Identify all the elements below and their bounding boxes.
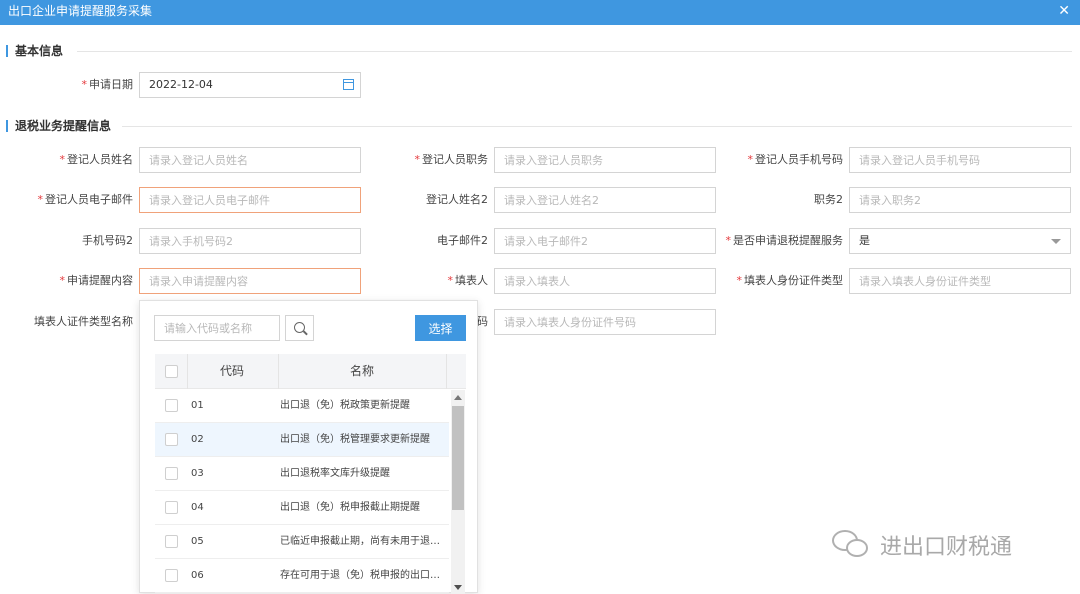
- required-mark: *: [414, 153, 421, 166]
- section-accent-bar: [6, 45, 8, 57]
- filler-label: * 填表人: [447, 274, 489, 287]
- section-title: 退税业务提醒信息: [15, 119, 112, 133]
- required-mark: *: [59, 153, 66, 166]
- row-name: 出口退（免）税管理要求更新提醒: [280, 434, 430, 445]
- reg-name-input[interactable]: [139, 147, 361, 173]
- row-checkbox[interactable]: [165, 569, 178, 582]
- required-mark: *: [736, 274, 743, 287]
- chevron-down-icon[interactable]: [1051, 238, 1061, 244]
- row-checkbox[interactable]: [165, 399, 178, 412]
- reg-name-label: * 登记人员姓名: [59, 153, 134, 166]
- row-name: 出口退税率文库升级提醒: [280, 468, 390, 479]
- column-header-name: 名称: [350, 364, 375, 378]
- reg-email-input[interactable]: [139, 187, 361, 213]
- table-row[interactable]: 05 已临近申报截止期，尚有未用于退…: [155, 525, 449, 559]
- section-basic-info: 基本信息: [0, 43, 1080, 59]
- email2-label: 电子邮件2: [437, 234, 488, 247]
- apply-date-value: 2022-12-04: [149, 78, 213, 91]
- row-code: 04: [191, 502, 204, 513]
- phone2-input[interactable]: [139, 228, 361, 254]
- row-checkbox[interactable]: [165, 433, 178, 446]
- row-name: 出口退（免）税政策更新提醒: [280, 400, 410, 411]
- required-mark: *: [37, 193, 44, 206]
- reg-position-label: * 登记人员职务: [414, 153, 489, 166]
- apply-service-label: * 是否申请退税提醒服务: [725, 234, 844, 247]
- required-mark: *: [725, 234, 732, 247]
- row-checkbox[interactable]: [165, 467, 178, 480]
- section-refund-reminder: 退税业务提醒信息: [0, 118, 1080, 134]
- search-icon: [294, 322, 305, 333]
- dialog-title: 出口企业申请提醒服务采集: [8, 4, 153, 18]
- table-row[interactable]: 03 出口退税率文库升级提醒: [155, 457, 449, 491]
- row-code: 02: [191, 434, 204, 445]
- picker-search-input[interactable]: [154, 315, 280, 341]
- row-code: 05: [191, 536, 204, 547]
- column-header-code: 代码: [220, 364, 245, 378]
- column-divider: [446, 354, 447, 389]
- reg-email-label: * 登记人员电子邮件: [37, 193, 134, 206]
- column-divider: [187, 354, 188, 389]
- wechat-bubble-small: [846, 539, 868, 557]
- reg-name2-label: 登记人姓名2: [426, 193, 488, 206]
- section-divider: [122, 126, 1072, 127]
- picker-table: 代码 名称 01 出口退（免）税政策更新提醒 02 出口退（免）税管理要求更新提…: [155, 354, 466, 594]
- dialog-titlebar: 出口企业申请提醒服务采集 ✕: [0, 0, 1080, 25]
- required-mark: *: [81, 78, 88, 91]
- required-mark: *: [447, 274, 454, 287]
- filler-id-type-input[interactable]: [849, 268, 1071, 294]
- filler-id-type-label: * 填表人身份证件类型: [736, 274, 844, 287]
- watermark-text: 进出口财税通: [880, 535, 1013, 560]
- remind-content-label: * 申请提醒内容: [59, 274, 134, 287]
- row-code: 03: [191, 468, 204, 479]
- row-checkbox[interactable]: [165, 501, 178, 514]
- section-accent-bar: [6, 120, 8, 132]
- table-header: 代码 名称: [155, 354, 466, 389]
- code-picker-dropdown: 选择 代码 名称 01 出口退（免）税政策更新提醒 02 出口退（免）税管理要求…: [139, 300, 478, 594]
- table-row[interactable]: 04 出口退（免）税申报截止期提醒: [155, 491, 449, 525]
- scroll-up-icon[interactable]: [454, 395, 462, 400]
- position2-input[interactable]: [849, 187, 1071, 213]
- row-name: 出口退（免）税申报截止期提醒: [280, 502, 420, 513]
- table-row[interactable]: 01 出口退（免）税政策更新提醒: [155, 389, 449, 423]
- close-icon[interactable]: ✕: [1058, 0, 1070, 22]
- picker-choose-button[interactable]: 选择: [415, 315, 466, 341]
- email2-input[interactable]: [494, 228, 716, 254]
- row-name: 已临近申报截止期，尚有未用于退…: [280, 536, 440, 547]
- apply-date-label: * 申请日期: [81, 78, 134, 91]
- filler-input[interactable]: [494, 268, 716, 294]
- apply-service-value: 是: [859, 234, 870, 247]
- row-checkbox[interactable]: [165, 535, 178, 548]
- phone2-label: 手机号码2: [82, 234, 133, 247]
- table-row[interactable]: 02 出口退（免）税管理要求更新提醒: [155, 423, 449, 457]
- column-divider: [278, 354, 279, 389]
- row-code: 01: [191, 400, 204, 411]
- reg-phone-label: * 登记人员手机号码: [747, 153, 844, 166]
- position2-label: 职务2: [814, 193, 843, 206]
- table-row[interactable]: 06 存在可用于退（免）税申报的出口…: [155, 559, 449, 593]
- watermark: 进出口财税通: [832, 528, 1012, 562]
- filler-id-no-input[interactable]: [494, 309, 716, 335]
- wechat-icon: [832, 530, 870, 560]
- reg-name2-input[interactable]: [494, 187, 716, 213]
- apply-date-field[interactable]: 2022-12-04: [139, 72, 361, 98]
- required-mark: *: [59, 274, 66, 287]
- row-name: 存在可用于退（免）税申报的出口…: [280, 570, 440, 581]
- required-mark: *: [747, 153, 754, 166]
- section-divider: [77, 51, 1072, 52]
- reg-phone-input[interactable]: [849, 147, 1071, 173]
- apply-service-select[interactable]: 是: [849, 228, 1071, 254]
- select-all-checkbox[interactable]: [165, 365, 178, 378]
- section-title: 基本信息: [15, 44, 64, 58]
- table-scrollbar[interactable]: [451, 390, 465, 594]
- reg-position-input[interactable]: [494, 147, 716, 173]
- row-code: 06: [191, 570, 204, 581]
- filler-id-type-name-label: 填表人证件类型名称: [34, 315, 133, 328]
- picker-search-button[interactable]: [285, 315, 314, 341]
- scrollbar-thumb[interactable]: [452, 406, 464, 510]
- remind-content-input[interactable]: [139, 268, 361, 294]
- scroll-down-icon[interactable]: [454, 585, 462, 590]
- calendar-icon[interactable]: [343, 79, 354, 90]
